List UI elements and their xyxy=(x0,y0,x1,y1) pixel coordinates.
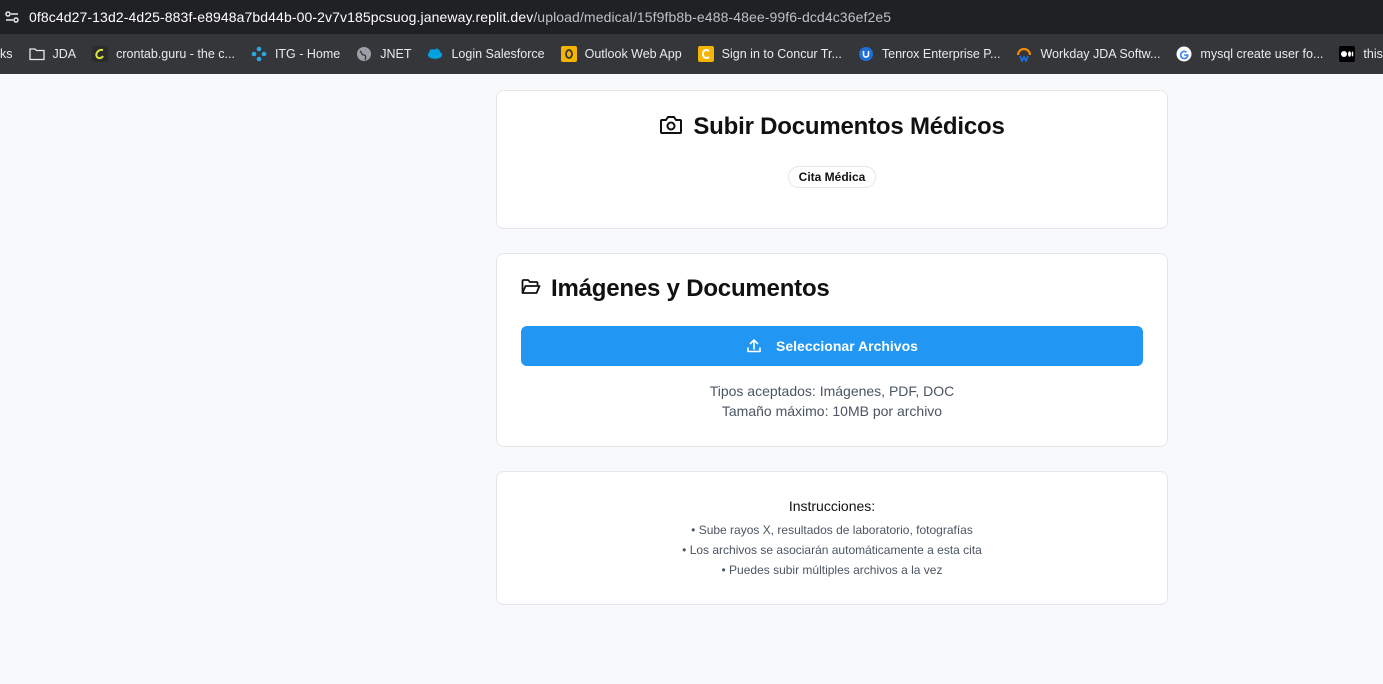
bookmark-salesforce[interactable]: Login Salesforce xyxy=(419,40,552,68)
bookmark-label: Outlook Web App xyxy=(584,47,682,61)
google-icon xyxy=(1176,46,1192,62)
bookmarks-bar: ks JDA crontab.guru - the c... ITG - Hom… xyxy=(0,34,1383,74)
bookmark-outlook[interactable]: Outlook Web App xyxy=(553,40,690,68)
bookmark-ks[interactable]: ks xyxy=(0,40,21,68)
header-card: Subir Documentos Médicos Cita Médica xyxy=(496,90,1168,229)
bookmark-label: JNET xyxy=(380,47,412,61)
bookmark-label: Workday JDA Softw... xyxy=(1040,47,1161,61)
upload-section-header: Imágenes y Documentos xyxy=(521,275,1167,303)
site-settings-icon[interactable] xyxy=(2,7,22,27)
bookmark-label: JDA xyxy=(52,47,77,61)
itg-icon xyxy=(251,46,267,62)
bookmark-label: ks xyxy=(0,47,13,61)
max-size-text: Tamaño máximo: 10MB por archivo xyxy=(721,403,943,419)
instructions-list: Sube rayos X, resultados de laboratorio,… xyxy=(497,520,1167,580)
url-host: 0f8c4d27-13d2-4d25-883f-e8948a7bd44b-00-… xyxy=(29,9,534,25)
bookmark-jnet[interactable]: JNET xyxy=(348,40,419,68)
camera-icon xyxy=(659,114,683,141)
upload-section-title: Imágenes y Documentos xyxy=(551,275,830,302)
bookmark-label: Sign in to Concur Tr... xyxy=(721,47,842,61)
appointment-badge: Cita Médica xyxy=(787,166,877,188)
crontab-icon xyxy=(92,46,109,62)
bookmark-workday[interactable]: Workday JDA Softw... xyxy=(1008,40,1168,68)
instruction-item: Los archivos se asociarán automáticament… xyxy=(497,540,1167,560)
bookmark-jda[interactable]: JDA xyxy=(21,40,85,68)
page-title-row: Subir Documentos Médicos xyxy=(497,113,1167,141)
bookmark-label: Tenrox Enterprise P... xyxy=(881,47,1001,61)
select-files-label: Seleccionar Archivos xyxy=(776,338,918,354)
bookmark-itg[interactable]: ITG - Home xyxy=(243,40,348,68)
medium-icon xyxy=(1339,46,1356,62)
upload-icon xyxy=(746,338,762,354)
workday-icon xyxy=(1016,46,1032,62)
bookmark-label: ITG - Home xyxy=(274,47,341,61)
instruction-item: Sube rayos X, resultados de laboratorio,… xyxy=(497,520,1167,540)
salesforce-icon xyxy=(427,46,443,62)
folder-open-icon xyxy=(521,278,541,301)
url-path: /upload/medical/15f9fb8b-e488-48ee-99f6-… xyxy=(533,9,892,25)
bookmark-concur[interactable]: Sign in to Concur Tr... xyxy=(690,40,850,68)
bookmark-label: this.redirectTo xyxy=(1363,47,1383,61)
bookmark-label: crontab.guru - the c... xyxy=(116,47,235,61)
select-files-button[interactable]: Seleccionar Archivos xyxy=(521,326,1143,366)
instruction-item: Puedes subir múltiples archivos a la vez xyxy=(497,560,1167,580)
bookmark-tenrox[interactable]: Tenrox Enterprise P... xyxy=(850,40,1009,68)
outlook-icon xyxy=(560,46,577,62)
instructions-card: Instrucciones: Sube rayos X, resultados … xyxy=(496,471,1168,605)
url-text[interactable]: 0f8c4d27-13d2-4d25-883f-e8948a7bd44b-00-… xyxy=(29,9,891,25)
bookmark-redirect[interactable]: this.redirectTo xyxy=(1331,40,1383,68)
globe-icon xyxy=(356,46,372,62)
page-title: Subir Documentos Médicos xyxy=(693,113,1005,140)
bookmark-label: mysql create user fo... xyxy=(1200,47,1324,61)
upload-card: Imágenes y Documentos Seleccionar Archiv… xyxy=(496,253,1168,447)
address-bar[interactable]: 0f8c4d27-13d2-4d25-883f-e8948a7bd44b-00-… xyxy=(0,0,1383,34)
instructions-title: Instrucciones: xyxy=(788,498,876,514)
bookmark-label: Login Salesforce xyxy=(451,47,545,61)
concur-icon xyxy=(697,46,714,62)
bookmark-mysql[interactable]: mysql create user fo... xyxy=(1168,40,1331,68)
bookmark-crontab[interactable]: crontab.guru - the c... xyxy=(84,40,243,68)
tenrox-icon xyxy=(858,46,874,62)
accepted-types-text: Tipos aceptados: Imágenes, PDF, DOC xyxy=(709,383,955,399)
folder-icon xyxy=(28,46,45,62)
